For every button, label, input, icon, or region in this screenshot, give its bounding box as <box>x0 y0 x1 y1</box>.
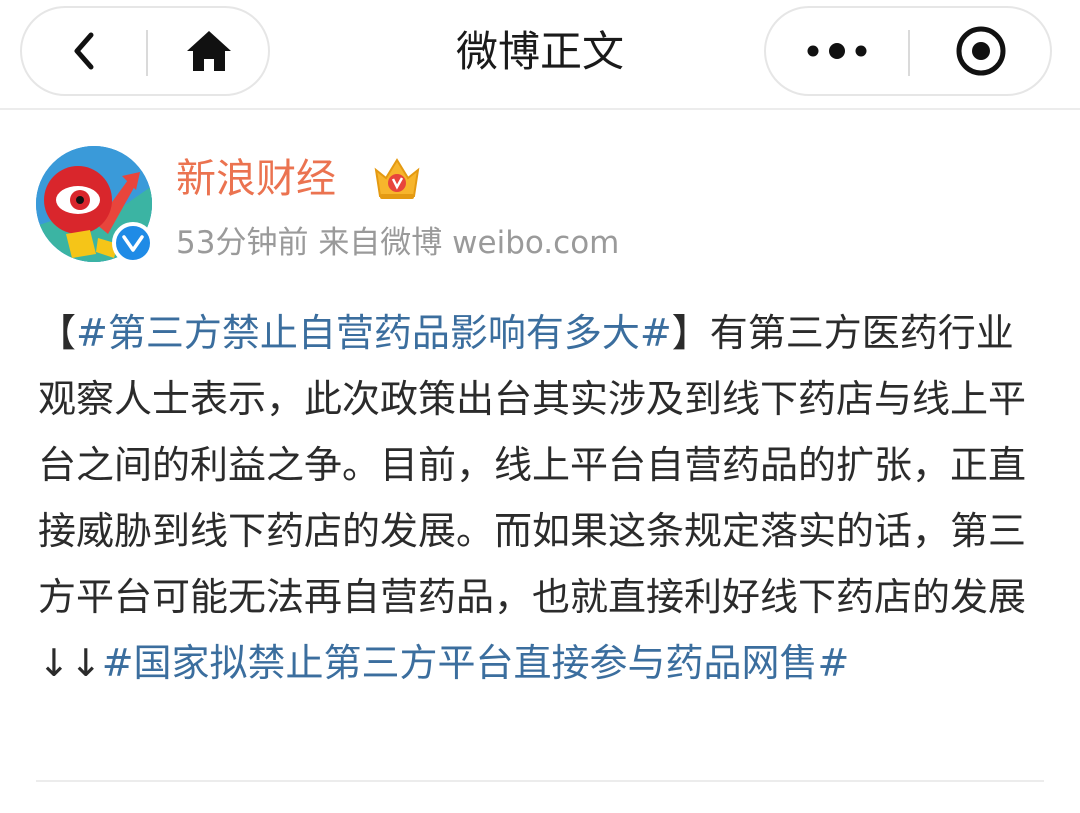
post-time: 53分钟前 <box>176 225 309 261</box>
divider <box>36 780 1044 782</box>
back-button[interactable] <box>22 8 146 94</box>
target-circle-icon <box>956 26 1006 76</box>
bracket-open: 【 <box>38 311 77 355</box>
more-dots-icon <box>807 43 867 59</box>
post-content: 【#第三方禁止自营药品影响有多大#】有第三方医药行业观察人士表示，此次政策出台其… <box>38 300 1048 696</box>
page-title: 微博正文 <box>455 27 624 76</box>
more-button[interactable] <box>766 8 908 94</box>
nav-left-capsule <box>20 6 270 96</box>
author-header: 新浪财经 53分钟前 来自微博 weibo.com <box>36 146 1036 276</box>
chevron-left-icon <box>74 32 94 70</box>
post-source: 来自微博 weibo.com <box>318 225 620 261</box>
close-miniapp-button[interactable] <box>910 8 1052 94</box>
verified-badge-icon <box>112 222 154 264</box>
topic-link[interactable]: #第三方禁止自营药品影响有多大# <box>76 311 672 355</box>
home-icon <box>187 31 231 71</box>
bracket-close: 】 <box>671 311 710 355</box>
topic-link[interactable]: #国家拟禁止第三方平台直接参与药品网售# <box>102 641 850 685</box>
author-name[interactable]: 新浪财经 <box>176 150 336 208</box>
post-meta: 53分钟前 来自微博 weibo.com <box>176 220 619 266</box>
navigation-bar: 微博正文 <box>0 0 1080 110</box>
post-body-text: 有第三方医药行业观察人士表示，此次政策出台其实涉及到线下药店与线上平台之间的利益… <box>38 311 1027 685</box>
home-button[interactable] <box>148 8 270 94</box>
nav-right-capsule <box>764 6 1052 96</box>
crown-vip-icon[interactable] <box>372 156 422 202</box>
